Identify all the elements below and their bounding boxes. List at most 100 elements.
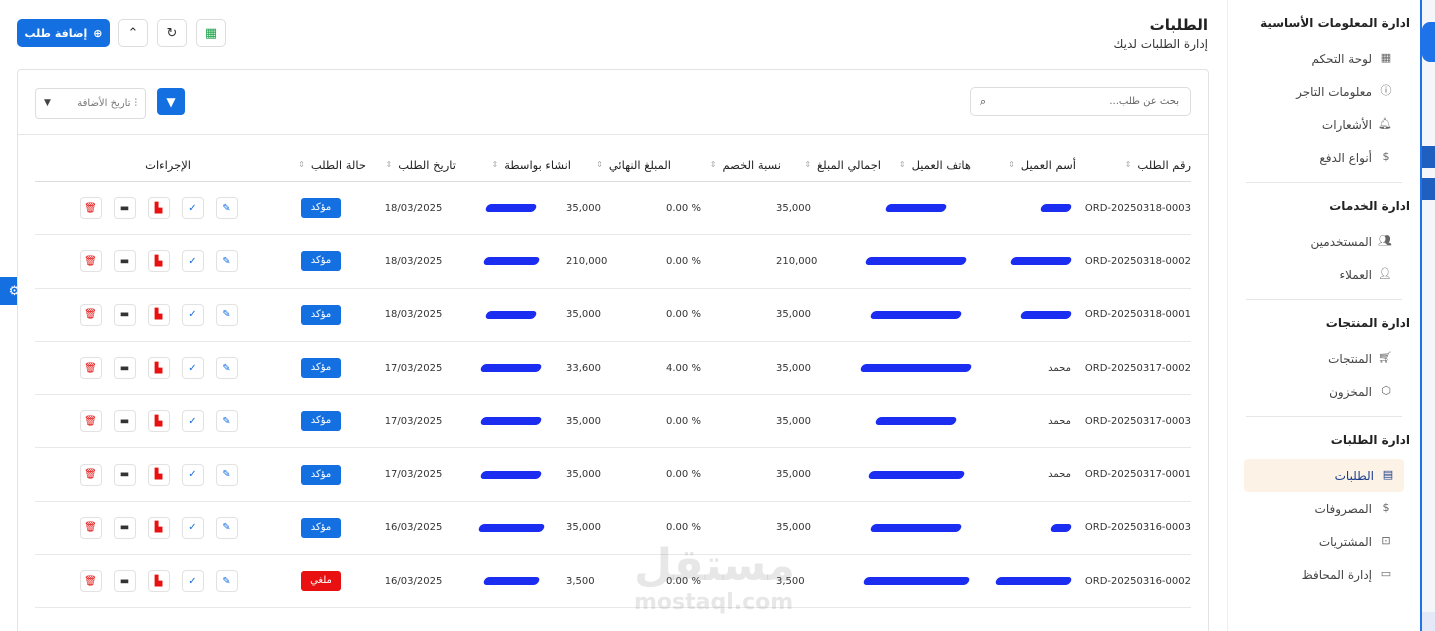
wallet-button[interactable]: ▬ xyxy=(113,410,136,433)
edit-button[interactable]: ✎ xyxy=(215,303,238,326)
sidebar-item[interactable]: 👥︎ المستخدمين xyxy=(1246,225,1402,258)
confirm-button[interactable]: ✓ xyxy=(181,410,204,433)
wallet-button[interactable]: ▬ xyxy=(113,570,136,593)
confirm-button[interactable]: ✓ xyxy=(181,197,204,220)
total-amount-cell: 35,000 xyxy=(776,182,851,234)
confirm-button[interactable]: ✓ xyxy=(181,570,204,593)
wallet-button[interactable]: ▬ xyxy=(113,463,136,486)
edit-button[interactable]: ✎ xyxy=(215,197,238,220)
delete-button[interactable]: 🗑︎ xyxy=(79,410,102,433)
column-header[interactable]: تاريخ الطلب ⇕ xyxy=(380,148,456,181)
column-header[interactable]: اجمالي المبلغ ⇕ xyxy=(798,148,881,181)
wallet-button[interactable]: ▬ xyxy=(113,357,136,380)
add-order-button[interactable]: ⊕ إضافة طلب xyxy=(17,19,110,47)
cell-text: 210,000 xyxy=(566,255,608,267)
edit-button[interactable]: ✎ xyxy=(215,250,238,273)
wallet-button[interactable]: ▬ xyxy=(113,250,136,273)
table-row: ORD-20250318-0001 35,000 % 0.00 35,000 18/03… xyxy=(35,289,1191,342)
pdf-button[interactable]: ▙ xyxy=(147,197,170,220)
delete-icon: 🗑︎ xyxy=(84,522,97,534)
delete-icon: 🗑︎ xyxy=(84,202,97,214)
confirm-button[interactable]: ✓ xyxy=(181,250,204,273)
check-circle-icon: ✓ xyxy=(188,362,197,374)
column-header[interactable]: نسبة الخصم ⇕ xyxy=(704,148,781,181)
delete-icon: 🗑︎ xyxy=(84,309,97,321)
column-header[interactable]: المبلغ النهائي ⇕ xyxy=(590,148,671,181)
confirm-button[interactable]: ✓ xyxy=(181,303,204,326)
column-header[interactable]: رقم الطلب ⇕ xyxy=(1119,148,1191,181)
column-header[interactable]: أسم العميل ⇕ xyxy=(1002,148,1076,181)
pdf-button[interactable]: ▙ xyxy=(147,250,170,273)
final-amount-cell: 35,000 xyxy=(566,182,646,234)
refresh-button[interactable]: ↻ xyxy=(157,19,187,47)
check-circle-icon: ✓ xyxy=(188,469,197,481)
search-icon: ⌕ xyxy=(980,95,987,108)
sidebar-item[interactable]: 🛒︎ المنتجات xyxy=(1246,342,1402,375)
cell-text: % 0.00 xyxy=(666,255,701,267)
delete-button[interactable]: 🗑︎ xyxy=(79,250,102,273)
sort-select[interactable]: ⫶ تاريخ الأضافة ▼ xyxy=(35,88,146,119)
column-header[interactable]: الإجراءات xyxy=(141,148,191,181)
wallet-button[interactable]: ▬ xyxy=(113,197,136,220)
edit-icon: ✎ xyxy=(222,469,231,481)
filter-button[interactable]: ▼ xyxy=(157,88,185,115)
confirm-button[interactable]: ✓ xyxy=(181,357,204,380)
edit-icon: ✎ xyxy=(222,415,231,427)
pdf-button[interactable]: ▙ xyxy=(147,570,170,593)
sidebar-item-label: المستخدمين xyxy=(1310,234,1372,249)
column-header[interactable]: هاتف العميل ⇕ xyxy=(893,148,971,181)
collapse-button[interactable]: ⌃ xyxy=(118,19,148,47)
wallet-button[interactable]: ▬ xyxy=(113,516,136,539)
redaction-scribble xyxy=(1019,310,1073,319)
delete-button[interactable]: 🗑︎ xyxy=(79,303,102,326)
column-header-label: الإجراءات xyxy=(145,157,191,172)
search-input[interactable]: بحث عن طلب... ⌕ xyxy=(970,87,1191,116)
sidebar-item[interactable]: ▦ لوحة التحكم xyxy=(1246,42,1402,75)
total-amount-cell: 35,000 xyxy=(776,289,851,341)
column-header[interactable]: حالة الطلب ⇕ xyxy=(292,148,366,181)
sidebar-item[interactable]: 🔔︎ الأشعارات xyxy=(1246,108,1402,141)
sidebar-item[interactable]: ⊡ المشتريات xyxy=(1246,525,1402,558)
pdf-button[interactable]: ▙ xyxy=(147,357,170,380)
edit-button[interactable]: ✎ xyxy=(215,463,238,486)
edit-button[interactable]: ✎ xyxy=(215,516,238,539)
sidebar-item[interactable]: 👤︎ العملاء xyxy=(1246,258,1402,291)
pdf-button[interactable]: ▙ xyxy=(147,303,170,326)
wallet-button[interactable]: ▬ xyxy=(113,303,136,326)
sidebar-item-label: المنتجات xyxy=(1328,351,1372,366)
redaction-scribble xyxy=(874,417,958,426)
pdf-button[interactable]: ▙ xyxy=(147,410,170,433)
sliders-icon: ⫶ xyxy=(134,98,138,109)
delete-button[interactable]: 🗑︎ xyxy=(79,516,102,539)
sort-icon: ⇕ xyxy=(709,160,717,169)
sidebar-item[interactable]: $ أنواع الدفع xyxy=(1246,141,1402,174)
edit-button[interactable]: ✎ xyxy=(215,570,238,593)
delete-button[interactable]: 🗑︎ xyxy=(79,570,102,593)
delete-button[interactable]: 🗑︎ xyxy=(79,197,102,220)
sidebar-item[interactable]: ▤ الطلبات xyxy=(1244,459,1404,492)
confirm-button[interactable]: ✓ xyxy=(181,516,204,539)
edit-button[interactable]: ✎ xyxy=(215,357,238,380)
cell-text: ORD-20250317-0003 xyxy=(1084,415,1191,427)
delete-button[interactable]: 🗑︎ xyxy=(79,357,102,380)
table-row: ORD-20250317-0003 محمد 35,000 % 0.00 35,000 1… xyxy=(35,395,1191,449)
order-id-cell: ORD-20250318-0003 xyxy=(1081,182,1191,234)
check-circle-icon: ✓ xyxy=(188,415,197,427)
sidebar-item[interactable]: ⓘ معلومات التاجر xyxy=(1246,75,1402,108)
wallet-icon: ▬ xyxy=(119,469,130,481)
confirm-button[interactable]: ✓ xyxy=(181,463,204,486)
sidebar-item[interactable]: $ المصروفات xyxy=(1246,492,1402,525)
export-excel-button[interactable]: ▦ xyxy=(196,19,226,47)
pdf-icon: ▙ xyxy=(154,415,163,427)
edit-button[interactable]: ✎ xyxy=(215,410,238,433)
cell-text: % 0.00 xyxy=(666,469,701,481)
delete-button[interactable]: 🗑︎ xyxy=(79,463,102,486)
sidebar-item[interactable]: ⬡ المخزون xyxy=(1246,375,1402,408)
pdf-button[interactable]: ▙ xyxy=(147,463,170,486)
column-header[interactable]: انشاء بواسطة ⇕ xyxy=(486,148,572,181)
sidebar-section-title: ادارة الخدمات xyxy=(1329,199,1410,213)
pdf-button[interactable]: ▙ xyxy=(147,516,170,539)
sidebar-item[interactable]: ▭ إدارة المحافظ xyxy=(1246,558,1402,591)
order-date-cell: 18/03/2025 xyxy=(371,182,456,234)
customer-phone-cell xyxy=(851,289,981,341)
